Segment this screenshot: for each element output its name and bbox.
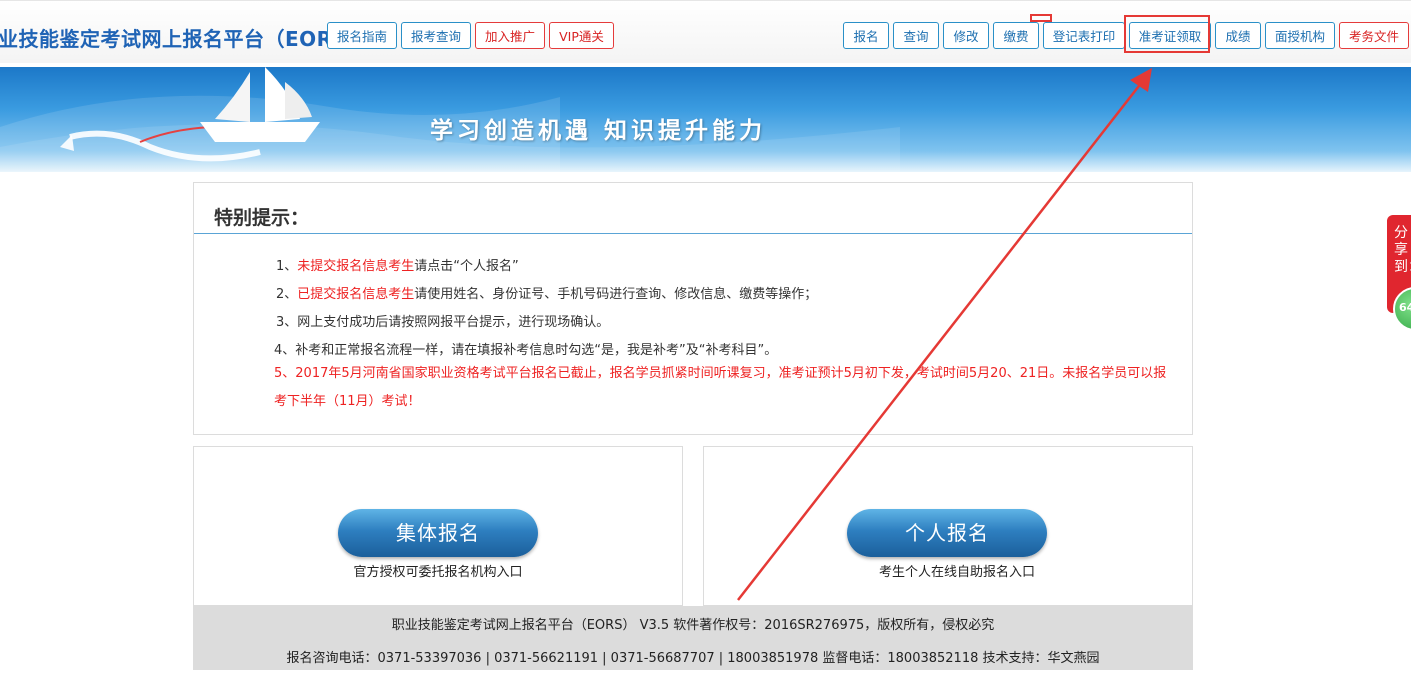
annotation-arrow-head-icon (1130, 68, 1152, 92)
annotation-arrow (737, 68, 1152, 601)
annotation-arrow-line (737, 81, 1143, 601)
